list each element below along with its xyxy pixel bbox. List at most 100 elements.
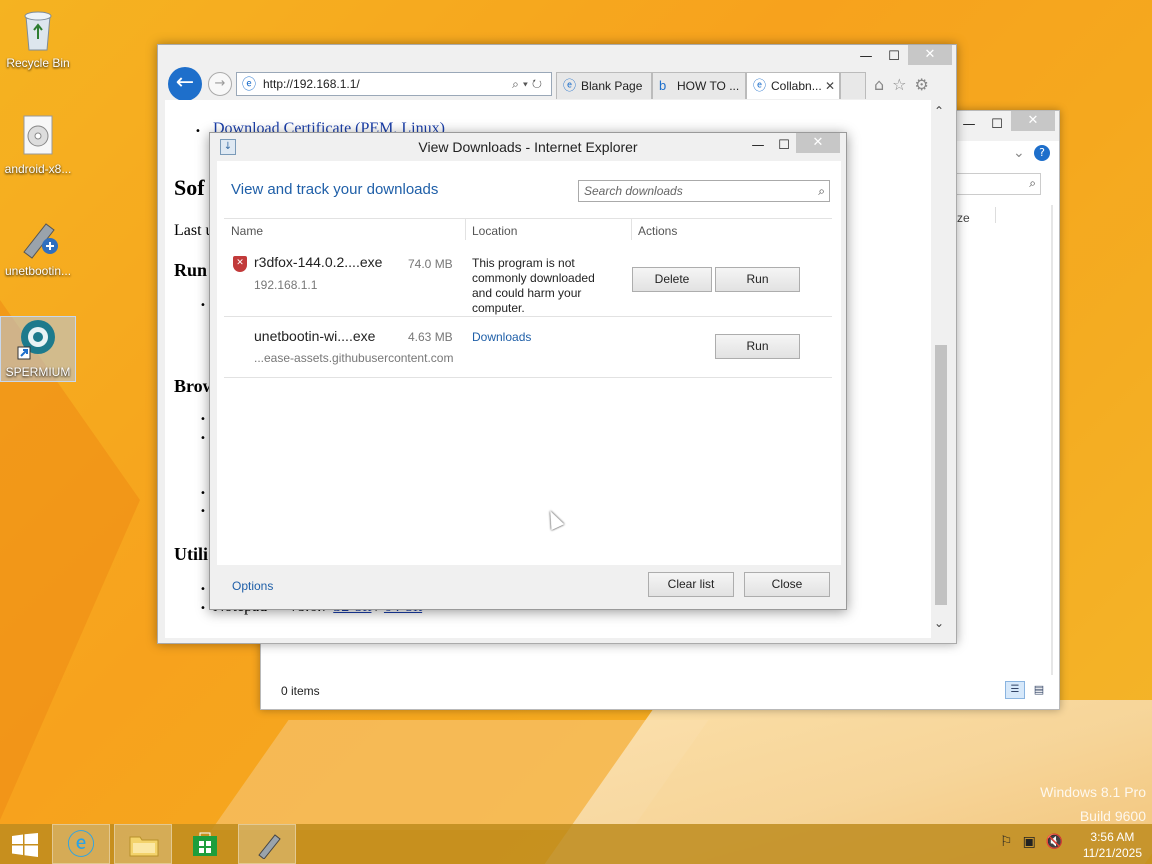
arrow-left-icon: ←	[175, 70, 195, 95]
clear-list-button[interactable]: Clear list	[648, 572, 734, 597]
star-icon[interactable]: ☆	[892, 75, 914, 94]
system-tray: ⚐▣🔇	[1000, 834, 1073, 850]
minimize-button[interactable]: —	[852, 47, 880, 67]
explorer-scrollbar[interactable]	[1051, 205, 1053, 675]
scrollbar-thumb[interactable]	[935, 345, 947, 605]
warning-shield-icon: ✕	[233, 256, 247, 272]
browser-shortcut-icon	[16, 317, 60, 361]
chevron-down-icon[interactable]: ⌄	[934, 616, 944, 630]
bullet: •	[200, 300, 206, 311]
close-tab-icon[interactable]: ✕	[825, 73, 835, 99]
bullet: •	[200, 414, 206, 425]
close-button[interactable]: ✕	[1011, 111, 1055, 131]
ie-icon: ⓔ	[563, 78, 577, 93]
taskbar-unetbootin[interactable]	[238, 824, 296, 864]
ie-icon: ⓔ	[753, 78, 767, 93]
maximize-button[interactable]: ☐	[880, 47, 908, 67]
tab-label: HOW TO ...	[677, 79, 740, 93]
desktop-icon-android-iso[interactable]: android-x8...	[0, 114, 76, 176]
minimize-button[interactable]: —	[955, 115, 983, 135]
search-icon[interactable]: ⌕	[512, 77, 523, 91]
download-source: 192.168.1.1	[254, 278, 318, 292]
refresh-icon[interactable]: ↻	[532, 77, 546, 91]
clock-time: 3:56 AM	[1090, 830, 1135, 844]
chevron-up-icon[interactable]: ⌃	[934, 104, 944, 118]
divider	[224, 377, 832, 378]
tab-how-to[interactable]: b HOW TO ...	[652, 72, 746, 99]
downloads-folder-link[interactable]: Downloads	[472, 330, 531, 344]
taskbar-internet-explorer[interactable]: ⓔ	[52, 824, 110, 864]
maximize-button[interactable]: ☐	[983, 115, 1011, 135]
unetbootin-icon	[258, 834, 281, 859]
close-dialog-button[interactable]: Close	[744, 572, 830, 597]
taskbar: ⓔ ⚐▣🔇 3:56 AM 11/21/2025	[0, 824, 1152, 864]
details-view-icon[interactable]: ☰	[1005, 681, 1025, 699]
search-icon: ⌕	[1029, 176, 1036, 190]
taskbar-file-explorer[interactable]	[114, 824, 172, 864]
column-header-name[interactable]: Name	[231, 224, 263, 238]
desktop-icon-label: SPERMIUM	[5, 365, 71, 379]
desktop-icon-recycle-bin[interactable]: Recycle Bin	[0, 8, 76, 70]
minimize-button[interactable]: —	[744, 136, 772, 156]
page-scrollbar[interactable]: ⌃ ⌄	[931, 100, 951, 638]
desktop-icon-label: android-x8...	[4, 162, 72, 176]
explorer-search-input[interactable]: ⌕	[955, 173, 1041, 195]
address-controls: ⌕▾↻	[512, 73, 546, 95]
clock-date: 11/21/2025	[1082, 846, 1142, 860]
column-divider	[995, 207, 996, 223]
taskbar-store[interactable]	[176, 824, 234, 864]
downloads-panel: View and track your downloads Search dow…	[217, 161, 841, 605]
bullet: •	[200, 506, 206, 517]
bullet: •	[200, 603, 206, 614]
gear-icon[interactable]: ⚙	[915, 75, 937, 94]
start-button[interactable]	[0, 824, 50, 864]
desktop-icon-label: Recycle Bin	[6, 56, 70, 70]
maximize-button[interactable]: ☐	[770, 136, 798, 156]
last-updated-text: Last u	[174, 222, 214, 239]
column-header-size: ze	[957, 211, 970, 225]
desktop-icon-unetbootin[interactable]: unetbootin...	[0, 216, 76, 278]
close-button[interactable]: ✕	[796, 133, 840, 153]
tab-collabn[interactable]: ⓔ Collabn... ✕	[746, 72, 840, 99]
column-header-actions: Actions	[638, 224, 678, 238]
tab-blank-page[interactable]: ⓔ Blank Page	[556, 72, 652, 99]
bing-icon: b	[659, 78, 667, 93]
column-header-location[interactable]: Location	[472, 224, 517, 238]
desktop-icon-spermium[interactable]: SPERMIUM	[0, 316, 76, 382]
run-button[interactable]: Run	[715, 334, 800, 359]
toolbar-icons: ⌂☆⚙	[874, 75, 937, 94]
tab-label: Collabn...	[771, 79, 822, 93]
view-downloads-dialog[interactable]: ↓ View Downloads - Internet Explorer — ☐…	[209, 132, 847, 610]
search-placeholder: Search downloads	[584, 184, 683, 198]
back-button[interactable]: ←	[168, 67, 202, 101]
address-bar[interactable]: ⓔ http://192.168.1.1/ ⌕▾↻	[236, 72, 552, 96]
delete-button[interactable]: Delete	[632, 267, 712, 292]
network-icon[interactable]: ▣	[1023, 834, 1046, 850]
large-icons-view-icon[interactable]: ▤	[1029, 681, 1049, 699]
search-icon[interactable]: ⌕	[818, 181, 825, 201]
home-icon[interactable]: ⌂	[874, 75, 892, 94]
search-downloads-input[interactable]: Search downloads ⌕	[578, 180, 830, 202]
windows-logo-icon	[12, 833, 38, 857]
chevron-down-icon[interactable]: ⌄	[1013, 145, 1025, 161]
column-divider	[631, 218, 632, 240]
options-link[interactable]: Options	[232, 579, 273, 593]
close-button[interactable]: ✕	[908, 45, 952, 65]
watermark-edition: Windows 8.1 Pro	[1040, 784, 1146, 800]
downloads-heading: View and track your downloads	[231, 181, 439, 198]
flag-icon[interactable]: ⚐	[1000, 834, 1023, 850]
volume-muted-icon[interactable]: 🔇	[1046, 834, 1073, 850]
taskbar-clock[interactable]: 3:56 AM 11/21/2025	[1083, 829, 1142, 861]
bullet: •	[195, 126, 201, 137]
help-icon[interactable]: ?	[1034, 145, 1050, 161]
chevron-down-icon[interactable]: ▾	[523, 77, 532, 91]
windows-watermark: Windows 8.1 Pro Build 9600	[1040, 780, 1146, 828]
run-button[interactable]: Run	[715, 267, 800, 292]
store-icon	[193, 832, 217, 856]
explorer-status-items: 0 items	[281, 684, 320, 698]
forward-button[interactable]: →	[208, 72, 232, 96]
new-tab-button[interactable]	[840, 72, 866, 99]
arrow-right-icon: →	[214, 76, 226, 91]
ie-icon: ⓔ	[242, 76, 256, 92]
desktop-icon-label: unetbootin...	[4, 264, 72, 278]
